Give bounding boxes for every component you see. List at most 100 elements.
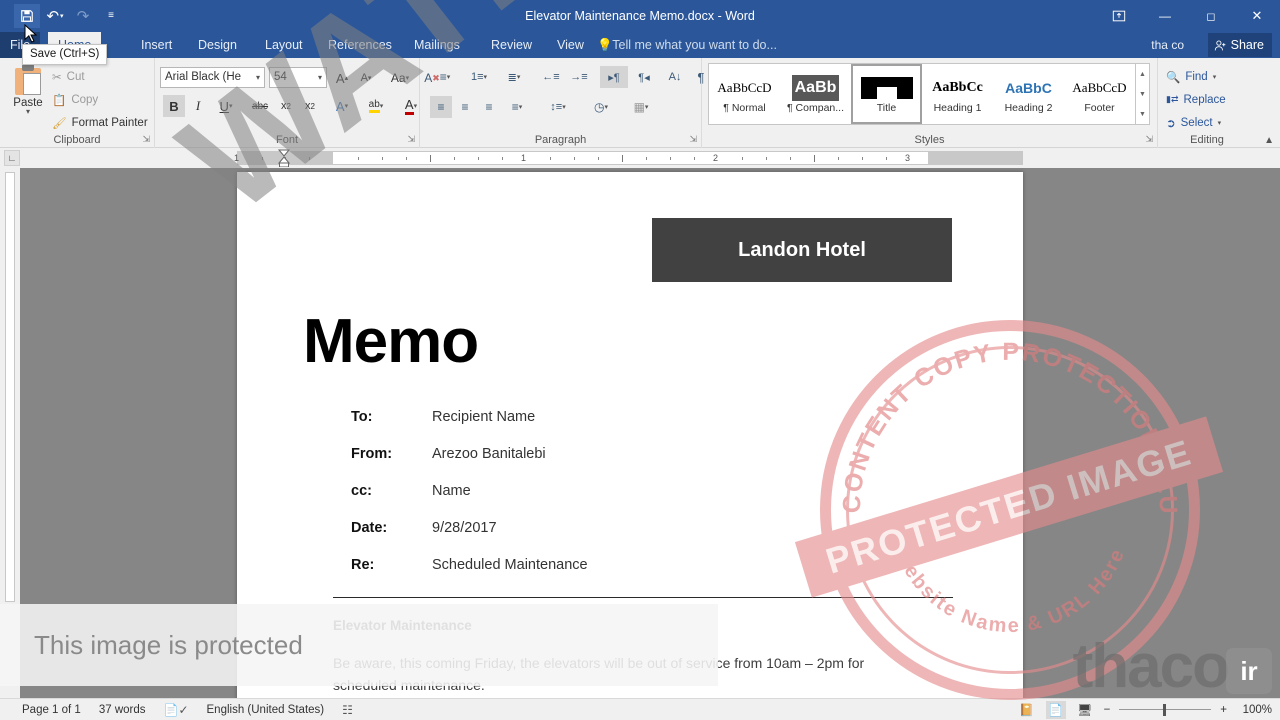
maximize-icon[interactable]: ◻ [1188,0,1234,32]
change-case-icon[interactable]: Aa ▾ [383,67,417,89]
horizontal-ruler[interactable]: ∟ 1 1 2 3 [0,148,1280,168]
word-count[interactable]: 37 words [99,704,146,716]
text-effects-icon[interactable]: A ▾ [327,95,357,117]
print-layout-icon[interactable]: 📄 [1045,701,1066,719]
style-heading1-label: Heading 1 [933,101,982,114]
text-highlight-color-icon[interactable]: ab ▾ [361,95,391,117]
zoom-in-button[interactable]: + [1220,704,1227,716]
accessibility-icon[interactable]: ☷ [342,703,353,717]
style-company[interactable]: AaBb ¶ Compan... [780,64,851,124]
memo-value-cc[interactable]: Name [432,483,471,499]
rtl-text-direction-icon[interactable]: ¶◂ [630,66,658,88]
grow-font-icon[interactable]: A ▴ [331,67,353,89]
page-indicator[interactable]: Page 1 of 1 [22,704,81,716]
shrink-font-icon[interactable]: A ▾ [355,67,377,89]
minimize-icon[interactable]: — [1142,0,1188,32]
font-size-caret[interactable]: ▾ [318,68,322,87]
ltr-text-direction-icon[interactable]: ▸¶ [600,66,628,88]
tab-insert[interactable]: Insert [131,32,182,58]
borders-icon[interactable]: ▦ ▾ [624,96,658,118]
decrease-indent-icon[interactable]: ←≡ [538,66,564,88]
document-page[interactable]: Landon Hotel Memo To: Recipient Name Fro… [237,172,1023,703]
document-canvas[interactable]: Landon Hotel Memo To: Recipient Name Fro… [20,168,1280,703]
language-indicator[interactable]: English (United States) [207,704,325,716]
memo-value-from[interactable]: Arezoo Banitalebi [432,446,546,462]
align-right-icon[interactable]: ≡ [478,96,500,118]
header-banner-text: Landon Hotel [738,238,866,261]
close-icon[interactable]: ✕ [1234,0,1280,32]
tab-mailings[interactable]: Mailings [404,32,470,58]
web-layout-icon[interactable]: 🖥 [1075,701,1095,719]
ruler-strip[interactable]: 1 1 2 3 [234,151,1023,165]
increase-indent-icon[interactable]: →≡ [566,66,592,88]
paragraph-dialog-launcher[interactable]: ⇲ [689,134,697,145]
tab-view[interactable]: View [547,32,594,58]
share-button[interactable]: Share [1207,33,1272,57]
tell-me-search[interactable]: 💡 Tell me what you want to do... [597,32,777,58]
find-caret[interactable]: ▾ [1213,73,1217,81]
style-title[interactable]: Title [851,64,922,124]
account-name[interactable]: tha co [1151,32,1184,58]
memo-value-to[interactable]: Recipient Name [432,409,535,425]
style-footer[interactable]: AaBbCcD Footer [1064,64,1135,124]
tab-references[interactable]: References [318,32,402,58]
subscript-icon[interactable]: x2 [275,95,297,117]
bold-icon[interactable]: B [163,95,185,117]
styles-scroll-up-icon[interactable]: ▲ [1139,71,1146,78]
italic-icon[interactable]: I [187,95,209,117]
style-normal[interactable]: AaBbCcD ¶ Normal [709,64,780,124]
font-name-caret[interactable]: ▾ [256,68,260,87]
sort-icon[interactable]: A↓ [664,66,686,88]
style-heading2-preview: AaBbC [1005,79,1052,96]
tab-layout[interactable]: Layout [255,32,313,58]
ribbon-display-options-icon[interactable] [1096,0,1142,32]
replace-button[interactable]: ▮⇄ Replace [1166,91,1226,108]
styles-scroll-down-icon[interactable]: ▼ [1139,91,1146,98]
cut-button[interactable]: ✂ Cut [52,68,85,86]
zoom-slider[interactable] [1119,703,1212,717]
font-size-input[interactable]: 54 ▾ [269,67,327,88]
zoom-level[interactable]: 100% [1236,704,1272,716]
numbering-icon[interactable]: 1≡ ▾ [464,66,494,88]
format-painter-button[interactable]: 🖌 Format Painter [52,114,148,132]
style-title-preview [859,75,915,101]
select-button[interactable]: ➲ Select ▾ [1166,114,1221,131]
select-caret[interactable]: ▾ [1218,119,1222,127]
align-center-icon[interactable]: ≡ [454,96,476,118]
find-button[interactable]: 🔍 Find ▾ [1166,68,1216,85]
clipboard-dialog-launcher[interactable]: ⇲ [142,134,150,145]
zoom-out-button[interactable]: − [1104,704,1111,716]
window-title: Elevator Maintenance Memo.docx - Word [525,9,755,23]
copy-button[interactable]: 📋 Copy [52,91,98,109]
line-spacing-icon[interactable]: ↕≡ ▾ [542,96,574,118]
zoom-slider-thumb[interactable] [1163,704,1167,716]
body-paragraph[interactable]: Be aware, this coming Friday, the elevat… [333,652,908,696]
paragraph-group-label: Paragraph [534,134,587,146]
tab-stop-selector-icon[interactable]: ∟ [4,150,20,166]
style-heading-2[interactable]: AaBbC Heading 2 [993,64,1064,124]
header-banner[interactable]: Landon Hotel [652,218,952,282]
proofing-icon[interactable]: 📄✓ [164,703,189,717]
strikethrough-icon[interactable]: abc [247,95,273,117]
ruler-number-2: 2 [713,153,719,163]
superscript-icon[interactable]: x2 [299,95,321,117]
font-name-input[interactable]: Arial Black (He ▾ [160,67,265,88]
collapse-ribbon-icon[interactable]: ▲ [1264,135,1274,146]
read-mode-icon[interactable]: 📔 [1017,701,1037,719]
multilevel-list-icon[interactable]: ≣ ▾ [498,66,530,88]
styles-more-icon[interactable]: ▼ [1139,111,1146,118]
paste-button[interactable]: Paste ▾ [6,64,50,126]
style-heading-1[interactable]: AaBbCс Heading 1 [922,64,993,124]
justify-icon[interactable]: ≡ ▾ [502,96,532,118]
tab-design[interactable]: Design [188,32,247,58]
shading-icon[interactable]: ◷ ▾ [584,96,618,118]
font-dialog-launcher[interactable]: ⇲ [407,134,415,145]
memo-value-re[interactable]: Scheduled Maintenance [432,557,588,573]
align-left-icon[interactable]: ≡ [430,96,452,118]
underline-icon[interactable]: U ▾ [211,95,241,117]
vertical-ruler[interactable] [0,168,20,698]
share-person-icon [1214,40,1226,50]
memo-value-date[interactable]: 9/28/2017 [432,520,497,536]
bullets-icon[interactable]: ≡ ▾ [430,66,460,88]
tab-review[interactable]: Review [481,32,542,58]
